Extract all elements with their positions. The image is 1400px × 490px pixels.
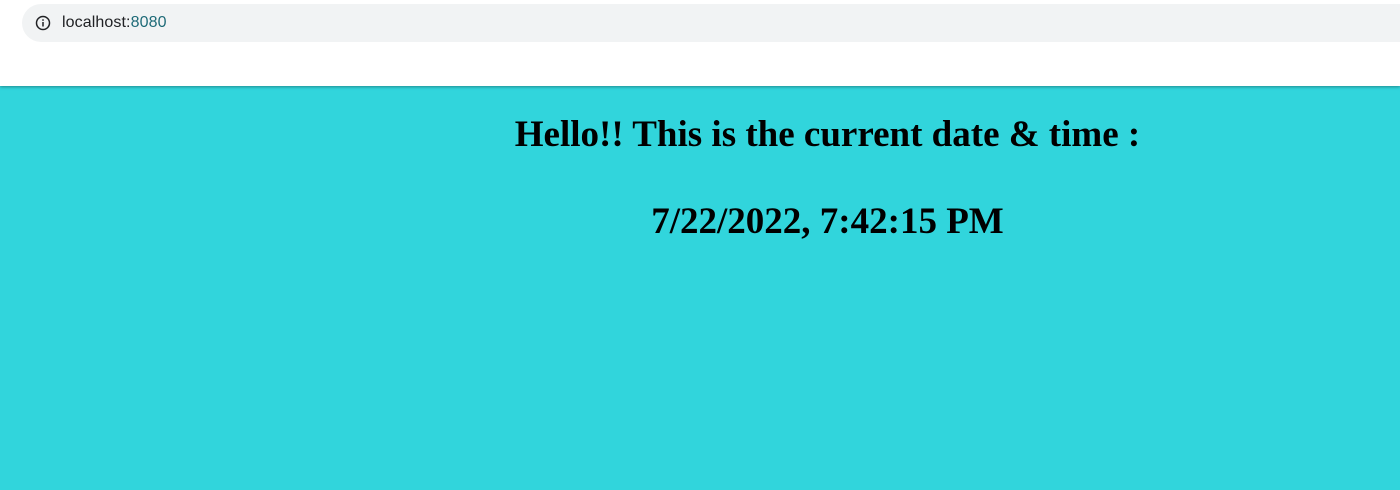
url-host: localhost: [62, 14, 131, 31]
browser-toolbar: ⋮ localhost:8080 [0, 0, 1400, 86]
address-bar[interactable]: localhost:8080 [22, 4, 1400, 42]
datetime-heading: 7/22/2022, 7:42:15 PM [651, 201, 1004, 242]
page-content: Hello!! This is the current date & time … [0, 86, 1400, 490]
greeting-heading: Hello!! This is the current date & time … [514, 114, 1141, 155]
tab-edge-icon: ⋮ [0, 12, 4, 26]
url-text[interactable]: localhost:8080 [62, 14, 167, 32]
url-port: 8080 [130, 14, 167, 31]
site-info-icon[interactable] [35, 15, 51, 31]
